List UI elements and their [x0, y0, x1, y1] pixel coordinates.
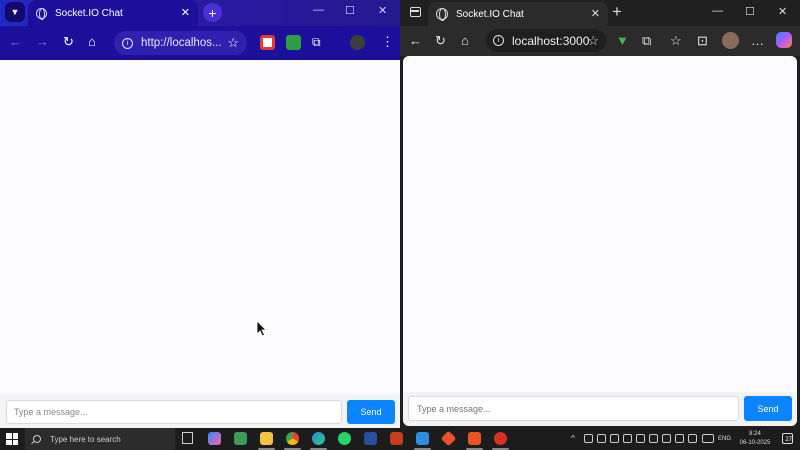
git-icon[interactable] [440, 430, 457, 447]
address-url: http://localhos... [141, 37, 222, 49]
chat-page: Type a message... Send [403, 56, 797, 426]
clock-date[interactable]: 06-10-2025 [738, 440, 772, 447]
chat-messages-area [403, 56, 797, 392]
tray-onedrive-icon[interactable] [662, 434, 671, 443]
whatsapp-icon[interactable] [338, 432, 351, 445]
task-view-icon[interactable] [182, 432, 193, 444]
ubuntu-icon[interactable] [466, 432, 483, 450]
close-window-icon[interactable]: ✕ [378, 4, 387, 17]
back-arrow-icon[interactable]: ← [409, 33, 422, 49]
new-tab-plus-icon[interactable]: + [203, 3, 222, 22]
close-tab-icon[interactable]: ✕ [591, 7, 600, 20]
maximize-icon[interactable]: ☐ [345, 4, 355, 17]
maximize-icon[interactable]: ☐ [745, 5, 755, 18]
close-window-icon[interactable]: ✕ [778, 5, 787, 18]
tab-title: Socket.IO Chat [55, 7, 123, 19]
tray-wifi-icon[interactable] [675, 434, 684, 443]
tray-volume-icon[interactable] [688, 434, 697, 443]
vscode-icon[interactable] [414, 432, 431, 450]
profile-avatar[interactable] [722, 32, 739, 49]
edge-tab-strip: Socket.IO Chat ✕ + — ☐ ✕ [400, 0, 800, 26]
chrome-toolbar: ← → ↻ ⌂ i http://localhos... ☆ ⧉ ⋮ [0, 26, 400, 60]
search-placeholder: Type here to search [50, 434, 121, 444]
extensions-puzzle-icon[interactable]: ⧉ [312, 34, 321, 50]
chat-form: Type a message... Send [0, 394, 400, 428]
language-indicator[interactable]: ENG [718, 436, 731, 443]
favorites-icon[interactable]: ☆ [670, 33, 682, 49]
taskbar-search-box[interactable]: Type here to search [25, 428, 175, 450]
tray-bluetooth-icon[interactable] [597, 434, 606, 443]
file-explorer-icon[interactable] [258, 432, 275, 450]
green-extension-icon[interactable] [286, 35, 301, 50]
reload-icon[interactable]: ↻ [63, 34, 74, 50]
pocket-extension-icon[interactable] [260, 35, 275, 50]
favorite-star-icon[interactable]: ☆ [587, 33, 599, 49]
send-button[interactable]: Send [347, 400, 395, 424]
tray-cloud-icon[interactable] [623, 434, 632, 443]
chrome-menu-icon[interactable]: ⋮ [381, 34, 394, 50]
tray-overflow-chevron-icon[interactable]: ^ [571, 435, 575, 443]
forward-arrow-icon[interactable]: → [36, 34, 49, 50]
desktop-screen: ▼ Socket.IO Chat ✕ + — ☐ ✕ ← → ↻ ⌂ i htt… [0, 0, 800, 450]
search-icon [33, 435, 41, 443]
tray-app-icon[interactable] [649, 434, 658, 443]
globe-icon [36, 7, 47, 20]
minimize-icon[interactable]: — [313, 4, 324, 16]
teams-icon[interactable] [234, 432, 247, 445]
tray-security-icon[interactable] [610, 434, 619, 443]
message-input[interactable]: Type a message... [408, 396, 739, 421]
windows-start-icon[interactable] [6, 433, 18, 445]
reload-icon[interactable]: ↻ [435, 33, 446, 49]
site-info-icon[interactable]: i [122, 37, 133, 49]
chat-form: Type a message... Send [403, 392, 797, 426]
edge-tab-socketio[interactable]: Socket.IO Chat ✕ [428, 2, 608, 26]
home-icon[interactable]: ⌂ [88, 34, 96, 50]
edge-icon[interactable] [310, 432, 327, 450]
chrome-icon[interactable] [284, 432, 301, 450]
globe-icon [436, 8, 448, 21]
address-url: localhost:3000 [512, 33, 590, 48]
copilot-icon[interactable] [776, 32, 792, 48]
tray-meet-icon[interactable] [636, 434, 645, 443]
chrome-tab-strip: ▼ Socket.IO Chat ✕ + — ☐ ✕ [0, 0, 400, 26]
tab-title: Socket.IO Chat [456, 8, 524, 20]
powerpoint-icon[interactable] [390, 432, 403, 445]
mouse-cursor-icon [256, 320, 267, 337]
profile-avatar[interactable] [350, 35, 365, 50]
site-info-icon[interactable]: i [493, 35, 504, 46]
chrome-tab-socketio[interactable]: Socket.IO Chat ✕ [28, 0, 198, 26]
copilot-icon[interactable] [208, 432, 221, 445]
chrome-window: ▼ Socket.IO Chat ✕ + — ☐ ✕ ← → ↻ ⌂ i htt… [0, 0, 400, 428]
bookmark-star-icon[interactable]: ☆ [227, 35, 239, 51]
settings-menu-icon[interactable]: … [751, 33, 764, 49]
back-arrow-icon[interactable]: ← [9, 34, 22, 50]
new-tab-plus-icon[interactable]: + [612, 3, 622, 21]
message-input[interactable]: Type a message... [6, 400, 342, 424]
address-bar[interactable]: i localhost:3000 ☆ [486, 29, 606, 52]
extensions-puzzle-icon[interactable]: ⧉ [642, 33, 651, 49]
chrome-red-icon[interactable] [492, 432, 509, 450]
terminal-icon[interactable] [364, 432, 377, 445]
screenshot-icon[interactable]: ⊡ [697, 33, 708, 49]
close-tab-icon[interactable]: ✕ [181, 6, 190, 19]
chat-messages-area [0, 60, 400, 394]
address-bar[interactable]: i http://localhos... ☆ [114, 31, 247, 55]
tray-usb-icon[interactable] [584, 434, 593, 443]
minimize-icon[interactable]: — [712, 5, 723, 17]
windows-taskbar: Type here to search ^ ENG 8:24 06-10-202… [0, 428, 800, 450]
notification-count: 27 [785, 437, 792, 443]
notification-center-icon[interactable]: 27 [782, 433, 793, 444]
edge-toolbar: ← ↻ ⌂ i localhost:3000 ☆ ▼ ⧉ ☆ ⊡ … [400, 26, 800, 56]
download-extension-icon[interactable]: ▼ [616, 33, 629, 49]
home-icon[interactable]: ⌂ [461, 33, 469, 49]
send-button[interactable]: Send [744, 396, 792, 421]
clock-time[interactable]: 8:24 [742, 431, 768, 438]
tab-actions-icon[interactable] [410, 7, 421, 17]
tray-keyboard-icon[interactable] [702, 434, 714, 443]
edge-window: Socket.IO Chat ✕ + — ☐ ✕ ← ↻ ⌂ i localho… [400, 0, 800, 428]
tab-search-chevron-icon[interactable]: ▼ [5, 2, 25, 22]
